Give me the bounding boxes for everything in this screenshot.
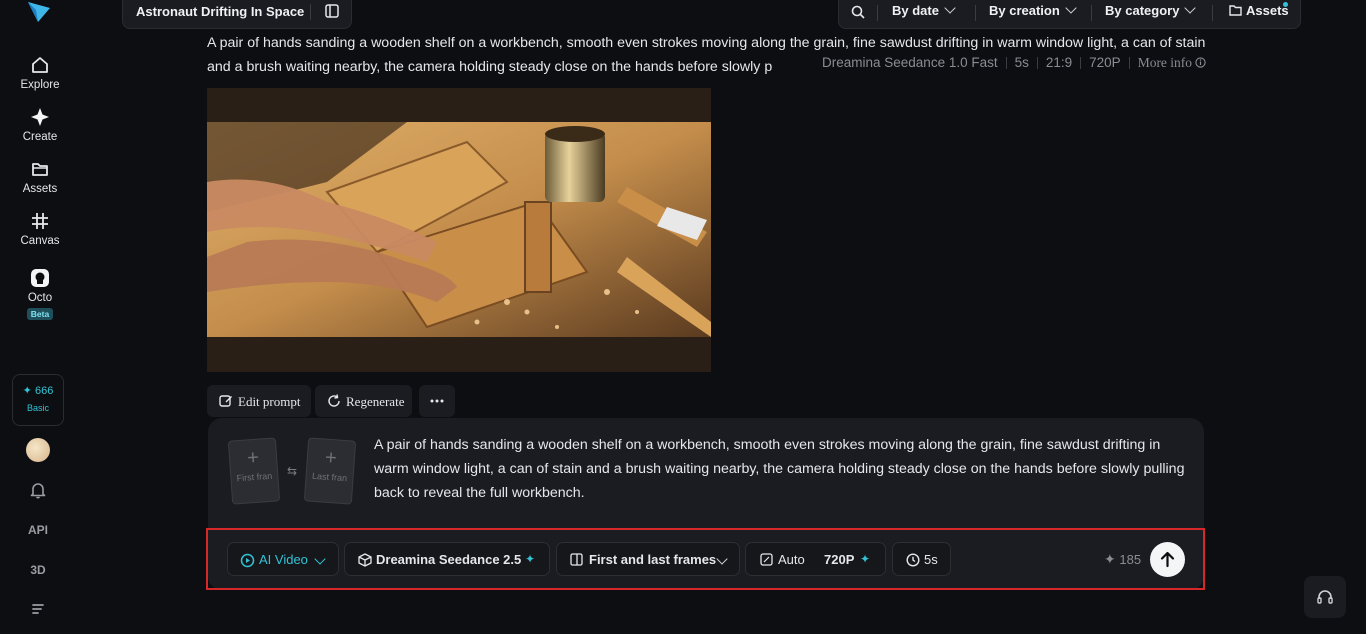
credits-box[interactable]: ✦ 666 Basic [12, 374, 64, 426]
cube-icon [358, 553, 372, 567]
divider [310, 4, 311, 20]
sidebar-item-label: Octo [27, 292, 53, 304]
sidebar-item-create[interactable]: Create [0, 106, 80, 143]
duration-select[interactable]: 5s [892, 542, 951, 576]
divider [1091, 5, 1092, 21]
generation-cost: ✦ 185 [1104, 551, 1142, 567]
octo-icon [31, 269, 49, 287]
edit-prompt-button[interactable]: Edit prompt [207, 385, 311, 417]
project-title-chip[interactable]: Astronaut Drifting In Space [122, 0, 352, 29]
first-frame-upload[interactable]: + First fran [227, 437, 281, 505]
model-select[interactable]: Dreamina Seedance 2.5 ✦ [344, 542, 550, 576]
sidebar-item-label: Assets [22, 183, 58, 195]
notification-dot [1283, 2, 1288, 7]
sidebar-item-explore[interactable]: Explore [0, 54, 80, 91]
last-frame-upload[interactable]: + Last fran [303, 437, 357, 505]
api-link[interactable]: API [0, 523, 76, 537]
chevron-down-icon [716, 553, 728, 565]
folder-icon [32, 163, 48, 176]
sidebar-item-canvas[interactable]: Canvas [0, 210, 80, 247]
app-logo-icon[interactable] [26, 0, 52, 24]
arrow-up-icon [1160, 551, 1175, 568]
frames-mode-select[interactable]: First and last frames [556, 542, 740, 576]
support-button[interactable] [1304, 576, 1346, 618]
sidebar-item-label: Create [22, 131, 58, 143]
regenerate-button[interactable]: Regenerate [315, 385, 412, 417]
video-mode-icon [240, 553, 255, 568]
workbench-scene-image [207, 122, 711, 337]
filter-by-category[interactable]: By category [1105, 2, 1197, 18]
divider [1080, 57, 1082, 70]
sparkle-icon: ✦ [525, 552, 536, 566]
filter-by-creation[interactable]: By creation [989, 2, 1077, 18]
folder-icon [1229, 5, 1242, 16]
frames-icon [570, 553, 583, 566]
divider [1036, 57, 1038, 70]
divider [975, 5, 976, 21]
project-title: Astronaut Drifting In Space [136, 4, 305, 19]
swap-icon[interactable]: ⇆ [287, 464, 297, 478]
aspect-ratio-icon [760, 553, 773, 566]
meta-ratio: 21:9 [1045, 55, 1073, 70]
mode-select[interactable]: AI Video [227, 542, 339, 576]
divider [1128, 57, 1130, 70]
headset-icon [1317, 590, 1333, 604]
result-meta: Dreamina Seedance 1.0 Fast 5s 21:9 720P More… [822, 55, 1207, 71]
info-icon [1195, 57, 1207, 68]
sidebar-item-label: Canvas [20, 235, 60, 247]
more-actions-button[interactable] [419, 385, 455, 417]
prompt-input[interactable]: A pair of hands sanding a wooden shelf o… [374, 433, 1189, 505]
divider [1005, 57, 1007, 70]
search-icon[interactable] [851, 5, 865, 19]
ratio-resolution-select[interactable]: Auto 720P ✦ [745, 542, 886, 576]
divider [1212, 5, 1213, 21]
sidebar-item-octo[interactable]: Octo Beta [0, 267, 80, 320]
sparkle-icon [31, 108, 49, 126]
sidebar-item-assets[interactable]: Assets [0, 158, 80, 195]
avatar[interactable] [26, 438, 50, 462]
chevron-down-icon [944, 2, 956, 14]
sidebar-item-label: Explore [20, 79, 60, 91]
edit-icon [219, 395, 232, 407]
3d-link[interactable]: 3D [0, 563, 76, 577]
side-panel-icon[interactable] [325, 4, 339, 18]
chevron-down-icon [1065, 2, 1077, 14]
more-info-link[interactable]: More info [1138, 55, 1207, 70]
refresh-icon [328, 394, 340, 407]
generated-video-thumbnail [207, 122, 711, 337]
more-dots-icon [430, 399, 444, 403]
chevron-down-icon [314, 553, 326, 565]
sidebar: Explore Create Assets Canvas Octo Beta ✦… [0, 0, 80, 634]
sparkle-icon: ✦ [1104, 551, 1116, 567]
home-icon [32, 57, 48, 73]
menu-icon[interactable] [31, 603, 45, 615]
clock-icon [906, 553, 920, 567]
plus-icon: + [246, 446, 260, 470]
plan-label: Basic [26, 403, 49, 413]
beta-badge: Beta [26, 308, 54, 320]
credits-value: ✦ 666 [22, 385, 54, 397]
meta-resolution: 720P [1089, 55, 1121, 70]
sparkle-icon: ✦ [860, 552, 871, 566]
generate-button[interactable] [1150, 542, 1185, 577]
divider [877, 5, 878, 21]
meta-model: Dreamina Seedance 1.0 Fast [822, 55, 998, 70]
meta-duration: 5s [1014, 55, 1029, 70]
plus-icon: + [324, 446, 338, 470]
chevron-down-icon [1184, 2, 1197, 14]
assets-button[interactable]: Assets [1229, 3, 1289, 18]
text-fade [770, 55, 820, 77]
bell-icon[interactable] [30, 481, 46, 499]
filter-by-date[interactable]: By date [892, 2, 956, 18]
grid-icon [32, 213, 48, 229]
filter-bar: By date By creation By category Assets [838, 0, 1301, 29]
generated-video-frame[interactable] [207, 88, 711, 372]
